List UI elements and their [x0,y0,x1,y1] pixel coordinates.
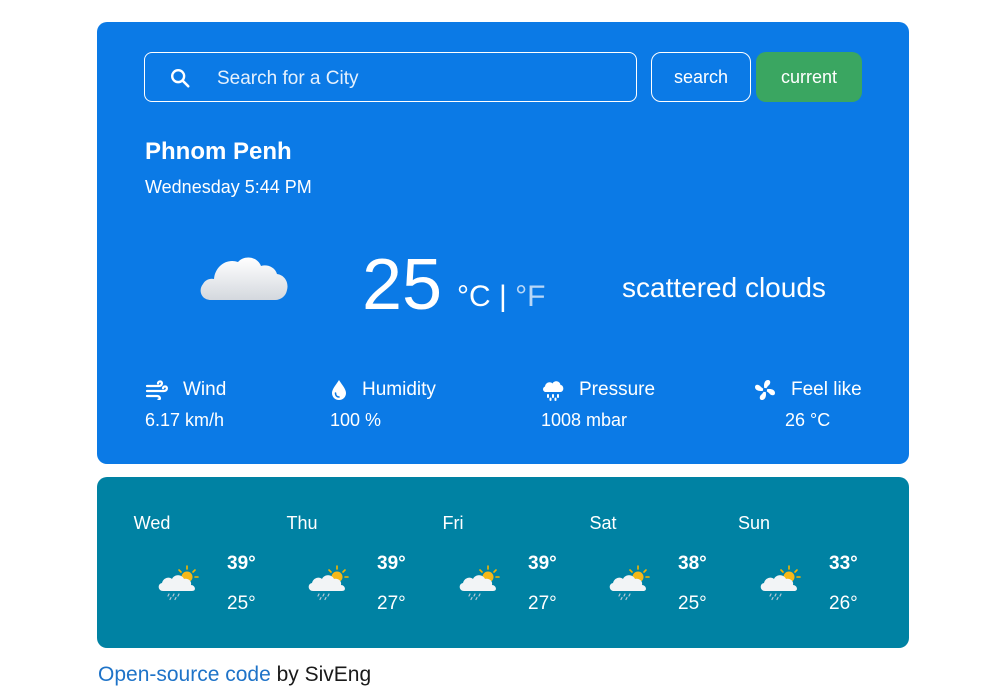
partly-cloudy-rain-icon [157,565,203,601]
fan-icon [755,380,775,400]
search-button[interactable]: search [651,52,751,102]
open-source-link[interactable]: Open-source code [98,663,271,686]
weather-card: search current Phnom Penh Wednesday 5:44… [97,22,909,464]
wind-icon [145,380,169,400]
pressure-label: Pressure [579,379,656,400]
forecast-day-name: Wed [133,513,171,533]
droplet-icon [332,380,346,400]
date-time: Wednesday 5:44 PM [145,177,312,197]
search-field[interactable] [144,52,637,102]
forecast-day: Sun 33° 26° [699,477,858,648]
celsius-toggle[interactable]: °C [457,280,491,313]
unit-separator: | [499,280,507,313]
feel-like-label: Feel like [791,379,862,400]
cloud-rain-icon [543,381,564,401]
partly-cloudy-rain-icon [307,565,353,601]
forecast-day: Sat 38° 25° [548,477,706,648]
search-icon [171,69,190,88]
wind-stat: Wind 6.17 km/h [145,378,226,431]
wind-label: Wind [183,379,227,400]
forecast-panel: Wed 39° 25° Thu 39° 27° Fri 39° 27° Sat 38° 25° Sun 3… [97,477,909,648]
feel-like-stat: Feel like 26 °C [753,378,862,431]
footer: Open-source code by SivEng [98,663,371,687]
unit-toggle: °C | °F [457,280,545,314]
forecast-day-name: Sun [737,513,771,533]
weather-description: scattered clouds [622,272,826,303]
temperature-value: 25 [362,245,443,325]
forecast-day: Thu 39° 27° [247,477,405,648]
footer-credit: by SivEng [270,663,372,686]
city-name: Phnom Penh [145,138,292,165]
humidity-value: 100 % [330,410,382,430]
feel-like-value: 26 °C [785,410,831,430]
humidity-stat: Humidity 100 % [330,378,436,431]
current-location-button[interactable]: current [756,52,862,102]
forecast-low-temp: 26° [829,593,858,614]
wind-value: 6.17 km/h [145,410,225,430]
cloud-icon [200,257,288,300]
forecast-high-temp: 33° [829,553,858,574]
pressure-value: 1008 mbar [541,410,628,430]
forecast-day-name: Fri [442,513,464,533]
humidity-label: Humidity [362,379,436,400]
forecast-day: Wed 39° 25° [97,477,256,648]
pressure-stat: Pressure 1008 mbar [541,378,655,431]
forecast-day: Fri 39° 27° [398,477,557,648]
fahrenheit-toggle[interactable]: °F [515,280,545,313]
forecast-day-name: Thu [286,513,318,533]
partly-cloudy-rain-icon [458,565,504,601]
forecast-day-name: Sat [589,513,617,533]
partly-cloudy-rain-icon [608,565,654,601]
partly-cloudy-rain-icon [759,565,805,601]
search-input[interactable] [215,65,619,93]
